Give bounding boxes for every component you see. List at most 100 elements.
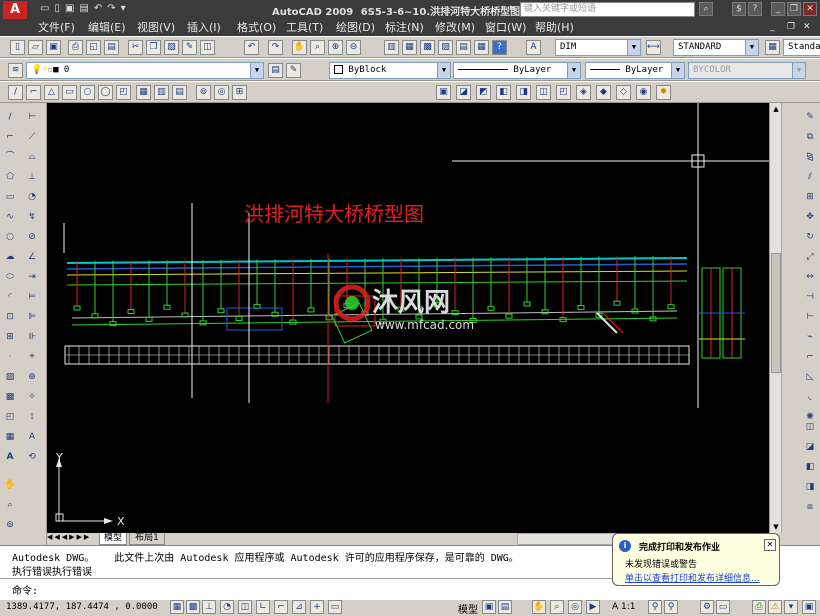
calculator-icon[interactable]: ▦ [474, 40, 489, 55]
dim-edit-icon[interactable]: A [24, 429, 40, 445]
menu-insert[interactable]: 插入(I) [187, 21, 221, 35]
coordinates-display[interactable]: 1389.4177, 187.4474 , 0.0000 [6, 602, 158, 612]
draworder-front-icon[interactable]: ◫ [802, 419, 818, 435]
mirror-icon[interactable]: ⧎ [802, 149, 818, 165]
spline-icon[interactable]: ∿ [2, 209, 18, 225]
chamfer-icon[interactable]: ◺ [802, 369, 818, 385]
view-back-icon[interactable]: ◪ [456, 85, 471, 100]
arc-icon[interactable]: ⌒ [2, 149, 18, 165]
offset-icon[interactable]: ⫽ [802, 169, 818, 185]
view-front-icon[interactable]: ▣ [436, 85, 451, 100]
subscription-icon[interactable]: $ [732, 2, 746, 16]
drawing-canvas[interactable]: 洪排河特大桥桥型图 沐风网 www.mfcad.com Y X [47, 103, 769, 533]
ducs-icon[interactable]: ⌐ [274, 600, 288, 614]
dim-update-icon[interactable]: ⟲ [24, 449, 40, 465]
open-icon[interactable]: ▱ [28, 40, 43, 55]
extend-icon[interactable]: ⊢ [802, 309, 818, 325]
join-icon[interactable]: ⌐ [802, 349, 818, 365]
dim-linear-icon[interactable]: ⊢ [24, 109, 40, 125]
polar-icon[interactable]: ◔ [220, 600, 234, 614]
view-top-icon[interactable]: ▦ [136, 85, 151, 100]
zoom-previous-icon[interactable]: ⊖ [346, 40, 361, 55]
tab-layout1[interactable]: 布局1 [129, 533, 165, 545]
menu-edit[interactable]: 编辑(E) [88, 21, 126, 35]
dim-aligned-icon[interactable]: ⟋ [24, 129, 40, 145]
rotate-icon[interactable]: ↻ [802, 229, 818, 245]
osnap-icon[interactable]: ◫ [238, 600, 252, 614]
save-icon[interactable]: ▣ [46, 40, 61, 55]
polyline-icon[interactable]: ⌐ [2, 129, 18, 145]
menu-window[interactable]: 窗口(W) [485, 21, 526, 35]
balloon-close-button[interactable]: ✕ [764, 539, 776, 551]
toolpalettes-icon[interactable]: ▩ [420, 40, 435, 55]
hatch-icon[interactable]: ▨ [2, 369, 18, 385]
view-bottom-icon[interactable]: ▥ [154, 85, 169, 100]
lwt-icon[interactable]: + [310, 600, 324, 614]
dimstyle-icon[interactable]: ⟷ [646, 40, 661, 55]
dim-diameter-icon[interactable]: ⊘ [24, 229, 40, 245]
zoom-realtime-icon[interactable]: ⌕ [310, 40, 325, 55]
snap-icon[interactable]: ▦ [170, 600, 184, 614]
search-input[interactable]: 键入关键字或短语 [520, 2, 695, 17]
qnew-icon[interactable]: ▯ [10, 40, 25, 55]
menu-dimension[interactable]: 标注(N) [385, 21, 424, 35]
menu-help[interactable]: 帮助(H) [535, 21, 574, 35]
tray-print-icon[interactable]: ⎙ [752, 600, 766, 614]
erase-icon[interactable]: ✎ [802, 109, 818, 125]
redo-icon[interactable]: ↷ [268, 40, 283, 55]
menu-format[interactable]: 格式(O) [237, 21, 276, 35]
textstyle-select[interactable]: STANDARD ▼ [673, 39, 759, 56]
view-orbit-icon[interactable]: ⊚ [196, 85, 211, 100]
dim-ordinate-icon[interactable]: ⊥ [24, 169, 40, 185]
pan-left-icon[interactable]: ✋ [2, 477, 18, 493]
dim-radius-icon[interactable]: ◔ [24, 189, 40, 205]
trim-icon[interactable]: ⊣ [802, 289, 818, 305]
draw-rect-icon[interactable]: ▭ [62, 85, 77, 100]
layer-manager-icon[interactable]: ≋ [8, 63, 23, 78]
preview-icon[interactable]: ◱ [86, 40, 101, 55]
menu-tools[interactable]: 工具(T) [286, 21, 323, 35]
move-icon[interactable]: ✥ [802, 209, 818, 225]
view-left-icon[interactable]: ▤ [172, 85, 187, 100]
ellipse-icon[interactable]: ⬭ [2, 269, 18, 285]
tolerance-icon[interactable]: ⌖ [24, 349, 40, 365]
fillet-icon[interactable]: ◟ [802, 389, 818, 405]
layer-state-icon[interactable]: ✎ [286, 63, 301, 78]
designcenter-icon[interactable]: ▦ [402, 40, 417, 55]
render-icon[interactable]: ✹ [656, 85, 671, 100]
dim-angular-icon[interactable]: ∠ [24, 249, 40, 265]
lineweight-select[interactable]: ByLayer ▼ [585, 62, 685, 79]
scroll-up-icon[interactable]: ▲ [770, 103, 782, 115]
view-iso1-icon[interactable]: ◧ [496, 85, 511, 100]
line-icon[interactable]: / [2, 109, 18, 125]
plot-notification-balloon[interactable]: i 完成打印和发布作业 ✕ 未发现错误或警告 单击以查看打印和发布详细信息... [612, 533, 780, 586]
insert-block-icon[interactable]: ⊡ [2, 309, 18, 325]
polygon-icon[interactable]: ⬠ [2, 169, 18, 185]
publish-icon[interactable]: ▤ [104, 40, 119, 55]
dyn-icon[interactable]: ⊿ [292, 600, 306, 614]
menu-file[interactable]: 文件(F) [38, 21, 75, 35]
mtext-icon[interactable]: A [2, 449, 18, 465]
sheetset-icon[interactable]: ▨ [438, 40, 453, 55]
table-icon[interactable]: ▦ [2, 429, 18, 445]
zoom-left-icon[interactable]: ⌕ [2, 497, 18, 513]
help-icon[interactable]: ? [748, 2, 762, 16]
properties-icon[interactable]: ▥ [384, 40, 399, 55]
layer-select[interactable]: 💡☼▫■ 0 ▼ [26, 62, 264, 79]
menu-draw[interactable]: 绘图(D) [336, 21, 375, 35]
menu-modify[interactable]: 修改(M) [435, 21, 475, 35]
point-icon[interactable]: · [2, 349, 18, 365]
tab-model[interactable]: 模型 [99, 533, 127, 545]
plot-icon[interactable]: ⎙ [68, 40, 83, 55]
dim-space-icon[interactable]: ⊪ [24, 329, 40, 345]
menu-restore-icon[interactable]: ❐ [787, 22, 795, 32]
app-logo[interactable]: A [3, 1, 27, 19]
qp-icon[interactable]: ▭ [328, 600, 342, 614]
pan-icon[interactable]: ✋ [292, 40, 307, 55]
showmotion-icon[interactable]: ▶ [586, 600, 600, 614]
draw-circle-icon[interactable]: ○ [80, 85, 95, 100]
array-icon[interactable]: ⊞ [802, 189, 818, 205]
help-toolbar-icon[interactable]: ? [492, 40, 507, 55]
break-icon[interactable]: ⌁ [802, 329, 818, 345]
menu-close-icon[interactable]: ✕ [803, 22, 811, 32]
